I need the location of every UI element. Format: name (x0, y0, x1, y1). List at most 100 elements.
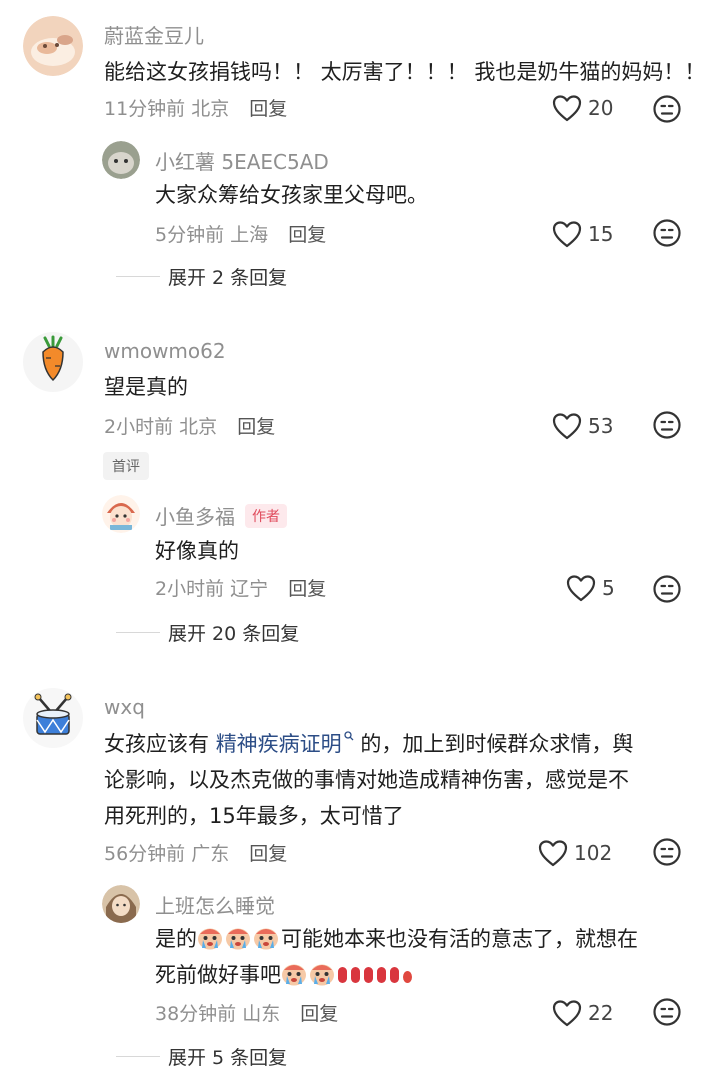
reply-location: 上海 (230, 224, 269, 246)
like-button[interactable]: 102 (538, 839, 612, 867)
comment-text: 能给这女孩捐钱吗！！ 太厉害了！！！ 我也是奶牛猫的妈妈！！ (104, 60, 706, 84)
reply-username[interactable]: 小红薯 5EAEC5AD (155, 146, 329, 175)
like-button[interactable]: 15 (552, 220, 613, 248)
reply-username-text[interactable]: 小鱼多福 (155, 505, 235, 529)
dislike-icon[interactable] (652, 410, 682, 440)
like-button[interactable]: 22 (552, 999, 613, 1027)
reply-username: 小鱼多福 作者 (155, 501, 287, 530)
drum-icon (34, 693, 72, 735)
reply-time: 38分钟前 (155, 1003, 237, 1025)
expand-replies-button[interactable]: 展开 2 条回复 (116, 263, 287, 290)
reply-button[interactable]: 回复 (249, 843, 287, 865)
divider-line (116, 1056, 160, 1057)
avatar[interactable] (102, 885, 140, 923)
dislike-icon[interactable] (652, 94, 682, 124)
author-badge: 作者 (245, 504, 287, 528)
comment-location: 北京 (179, 416, 218, 438)
reply-button[interactable]: 回复 (300, 1003, 338, 1025)
reply-button[interactable]: 回复 (288, 224, 326, 246)
comment-text-line: 用死刑的，15年最多，太可惜了 (104, 804, 404, 828)
heart-icon (538, 839, 568, 867)
comment-meta: 56分钟前 广东 回复 (104, 839, 287, 866)
crying-emoji-icon (309, 962, 335, 986)
dislike-icon[interactable] (652, 574, 682, 604)
heart-icon (552, 412, 582, 440)
comment-location: 广东 (191, 843, 230, 865)
avatar[interactable] (102, 141, 140, 179)
red-drop-icon (338, 967, 347, 983)
comment-username[interactable]: 蔚蓝金豆儿 (104, 20, 204, 49)
comment-time: 11分钟前 (104, 98, 186, 120)
reply-meta: 38分钟前 山东 回复 (155, 999, 338, 1026)
like-count: 15 (588, 222, 614, 246)
like-button[interactable]: 5 (566, 574, 615, 602)
comment-username[interactable]: wmowmo62 (104, 339, 226, 363)
avatar[interactable] (23, 16, 83, 76)
divider-line (116, 276, 160, 277)
reply-location: 山东 (242, 1003, 281, 1025)
comment-username[interactable]: wxq (104, 695, 145, 719)
comment-text-part: 女孩应该有 (104, 732, 209, 756)
heart-icon (552, 94, 582, 122)
like-count: 102 (574, 841, 613, 865)
dislike-icon[interactable] (652, 837, 682, 867)
like-count: 22 (588, 1001, 614, 1025)
red-drop-icon (364, 967, 373, 983)
first-comment-badge: 首评 (103, 452, 149, 480)
search-icon (344, 731, 354, 741)
expand-replies-button[interactable]: 展开 20 条回复 (116, 619, 299, 646)
crying-emoji-icon (281, 962, 307, 986)
reply-text-line: 死前做好事吧 (155, 963, 281, 987)
red-drop-icon (351, 967, 360, 983)
crying-emoji-icon (253, 926, 279, 950)
reply-text: 是的 可能她本来也没有活的意志了，就想在 死前做好事吧 (155, 921, 685, 993)
like-count: 20 (588, 96, 614, 120)
crying-emoji-icon (197, 926, 223, 950)
comment-text: 女孩应该有 精神疾病证明 的，加上到时候群众求情，舆 论影响，以及杰克做的事情对… (104, 726, 684, 834)
comment-text-line: 论影响，以及杰克做的事情对她造成精神伤害，感觉是不 (104, 768, 629, 792)
like-count: 5 (602, 576, 615, 600)
heart-icon (552, 999, 582, 1027)
reply-button[interactable]: 回复 (237, 416, 275, 438)
comment-text: 望是真的 (104, 375, 188, 399)
like-button[interactable]: 53 (552, 412, 613, 440)
carrot-icon (42, 335, 64, 382)
expand-replies-button[interactable]: 展开 5 条回复 (116, 1043, 287, 1070)
comment-meta: 11分钟前 北京 回复 (104, 94, 287, 121)
comment-time: 56分钟前 (104, 843, 186, 865)
like-button[interactable]: 20 (552, 94, 613, 122)
reply-button[interactable]: 回复 (288, 578, 326, 600)
comment-time: 2小时前 (104, 416, 174, 438)
reply-button[interactable]: 回复 (249, 98, 287, 120)
heart-icon (566, 574, 596, 602)
reply-meta: 2小时前 辽宁 回复 (155, 574, 326, 601)
comment-location: 北京 (191, 98, 230, 120)
red-drop-icon (377, 967, 386, 983)
reply-time: 2小时前 (155, 578, 225, 600)
crying-emoji-icon (225, 926, 251, 950)
dislike-icon[interactable] (652, 218, 682, 248)
reply-text: 好像真的 (155, 539, 239, 563)
heart-icon (552, 220, 582, 248)
red-drop-icon (403, 971, 412, 983)
reply-username[interactable]: 上班怎么睡觉 (155, 890, 275, 919)
expand-replies-label: 展开 2 条回复 (168, 267, 288, 289)
divider-line (116, 632, 160, 633)
avatar[interactable] (102, 495, 140, 533)
expand-replies-label: 展开 5 条回复 (168, 1047, 288, 1069)
reply-text: 大家众筹给女孩家里父母吧。 (155, 183, 428, 207)
reply-time: 5分钟前 (155, 224, 225, 246)
keyword-search-link[interactable]: 精神疾病证明 (216, 732, 342, 756)
comment-text-part: 的，加上到时候群众求情，舆 (360, 732, 634, 756)
comment-meta: 2小时前 北京 回复 (104, 412, 275, 439)
avatar[interactable] (23, 332, 83, 392)
reply-text-part: 可能她本来也没有活的意志了，就想在 (281, 927, 638, 951)
reply-location: 辽宁 (230, 578, 269, 600)
reply-meta: 5分钟前 上海 回复 (155, 220, 326, 247)
reply-text-part: 是的 (155, 927, 197, 951)
dislike-icon[interactable] (652, 997, 682, 1027)
avatar[interactable] (23, 688, 83, 748)
red-drop-icon (390, 967, 399, 983)
like-count: 53 (588, 414, 614, 438)
expand-replies-label: 展开 20 条回复 (168, 623, 300, 645)
